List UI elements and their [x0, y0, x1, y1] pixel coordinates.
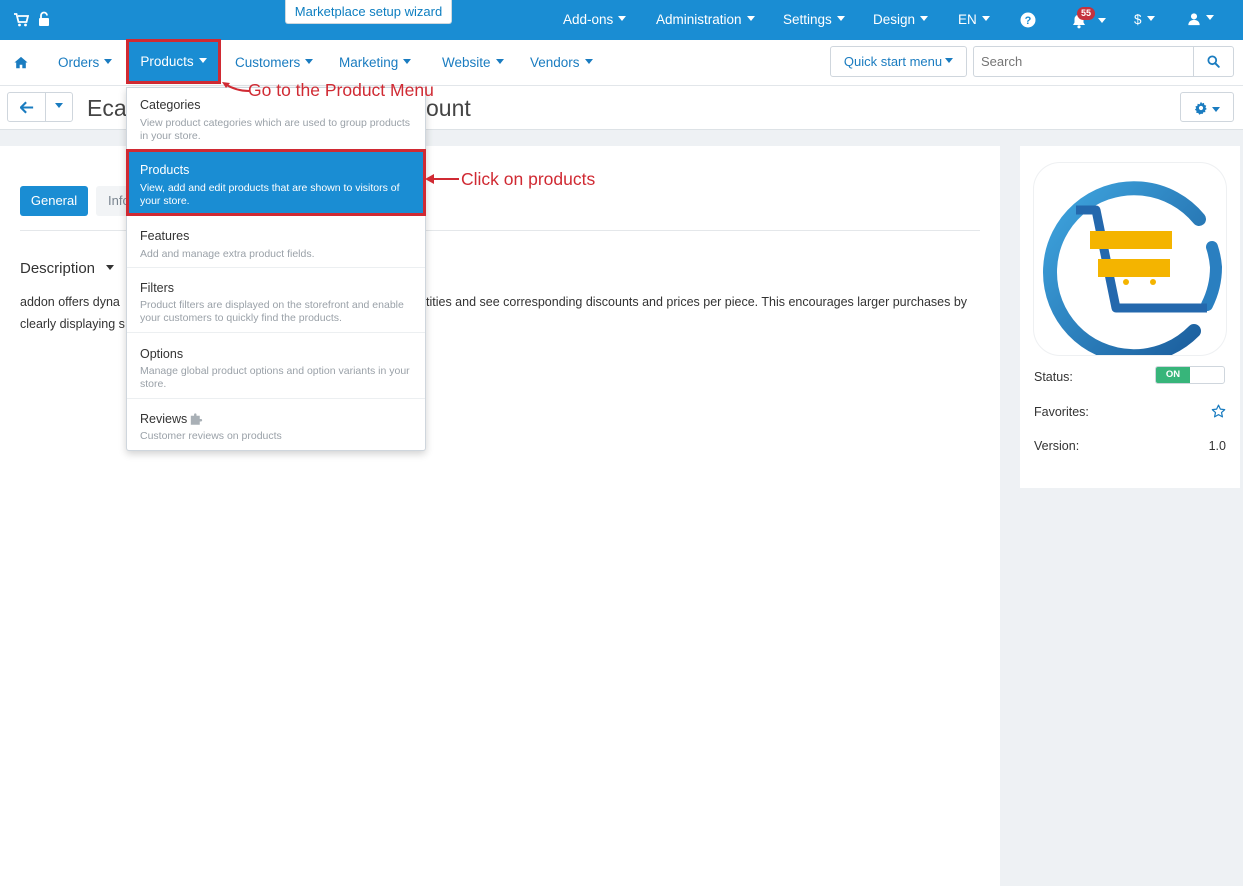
star-icon[interactable] [1211, 404, 1226, 419]
chevron-down-icon [618, 15, 627, 21]
chevron-down-icon [1206, 14, 1214, 20]
chevron-down-icon [198, 57, 207, 63]
user-icon [1188, 13, 1200, 26]
back-button[interactable] [7, 92, 46, 122]
chevron-down-icon [1146, 15, 1155, 21]
marketplace-wizard-button[interactable]: Marketplace setup wizard [285, 0, 452, 24]
products-dropdown-menu: Categories View product categories which… [126, 87, 426, 451]
svg-text:?: ? [1025, 15, 1032, 27]
home-icon[interactable] [14, 56, 28, 69]
menu-item-reviews[interactable]: Reviews Customer reviews on products [127, 399, 425, 451]
annotation-products-note: Click on products [461, 169, 596, 189]
cart-logo-icon [1043, 181, 1223, 364]
chevron-down-icon [836, 15, 845, 21]
chevron-down-icon [945, 58, 954, 64]
chevron-down-icon [584, 58, 593, 64]
topnav-administration[interactable]: Administration [656, 12, 755, 27]
cart-icon[interactable] [13, 12, 29, 28]
chevron-down-icon [403, 58, 412, 64]
status-label: Status: [1034, 370, 1073, 384]
chevron-down-icon [920, 15, 929, 21]
nav-website[interactable]: Website [442, 55, 504, 70]
description-heading[interactable]: Description [20, 260, 115, 277]
quick-start-menu-button[interactable]: Quick start menu [830, 46, 967, 77]
chevron-down-icon [106, 264, 115, 270]
tab-general[interactable]: General [20, 186, 88, 216]
user-menu[interactable] [1187, 11, 1214, 26]
status-on: ON [1156, 367, 1190, 383]
addon-logo [1034, 163, 1226, 364]
annotation-menu-note: Go to the Product Menu [248, 80, 434, 100]
notification-badge: 55 [1077, 7, 1096, 20]
search-button[interactable] [1193, 46, 1234, 77]
puzzle-icon [190, 413, 203, 425]
chevron-down-icon [104, 58, 113, 64]
gear-icon [1194, 101, 1207, 115]
chevron-down-icon [746, 15, 755, 21]
annotation-arrow [222, 82, 250, 92]
menu-item-products[interactable]: Products View, add and edit products tha… [126, 149, 426, 216]
nav-marketing[interactable]: Marketing [339, 55, 412, 70]
settings-button[interactable] [1180, 92, 1234, 122]
help-icon[interactable]: ? [1020, 12, 1036, 28]
topnav-addons[interactable]: Add-ons [563, 12, 627, 27]
chevron-down-icon [1098, 18, 1106, 23]
main-nav: Orders Products Customers Marketing Webs… [0, 39, 1243, 86]
back-dropdown-button[interactable] [45, 92, 73, 122]
topnav-language[interactable]: EN [958, 12, 990, 27]
addon-info-panel: Status: ON Favorites: Version: 1.0 [1020, 146, 1240, 488]
unlock-icon[interactable] [36, 11, 52, 27]
nav-products[interactable]: Products [126, 39, 221, 84]
top-bar: Marketplace setup wizard Add-ons Adminis… [0, 0, 1243, 40]
chevron-down-icon [1212, 107, 1220, 112]
topnav-design[interactable]: Design [873, 12, 929, 27]
menu-item-filters[interactable]: Filters Product filters are displayed on… [127, 268, 425, 333]
search-icon [1207, 55, 1220, 68]
search-input[interactable] [973, 46, 1194, 77]
page-title-start: Eca [87, 95, 127, 121]
chevron-down-icon [495, 58, 504, 64]
version-value: 1.0 [1208, 439, 1226, 453]
chevron-down-icon [305, 58, 314, 64]
annotation-arrow [425, 174, 459, 184]
topnav-currency[interactable]: $ [1134, 12, 1155, 27]
menu-item-options[interactable]: Options Manage global product options an… [127, 333, 425, 399]
menu-item-features[interactable]: Features Add and manage extra product fi… [127, 215, 425, 268]
topnav-settings[interactable]: Settings [783, 12, 845, 27]
nav-orders[interactable]: Orders [58, 55, 113, 70]
arrow-left-icon [20, 101, 34, 114]
version-label: Version: [1034, 439, 1080, 453]
chevron-down-icon [55, 103, 63, 109]
nav-customers[interactable]: Customers [235, 55, 314, 70]
chevron-down-icon [981, 15, 990, 21]
favorites-label: Favorites: [1034, 405, 1089, 419]
status-toggle[interactable]: ON [1155, 366, 1225, 384]
nav-vendors[interactable]: Vendors [530, 55, 593, 70]
